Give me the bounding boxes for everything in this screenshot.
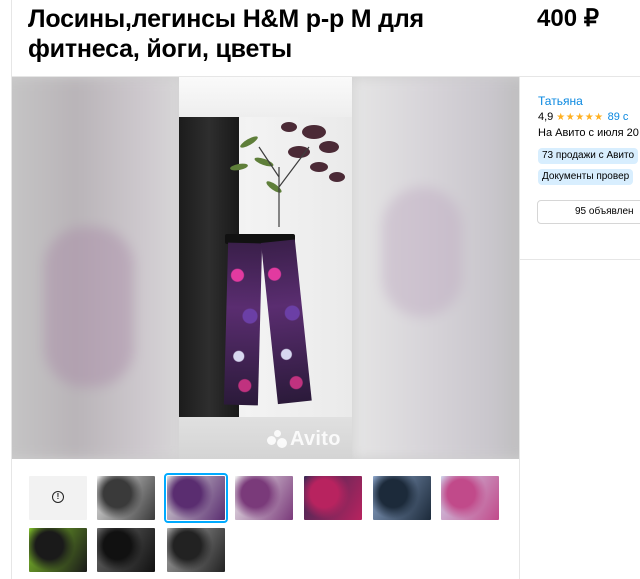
thumbnail[interactable] <box>29 528 87 572</box>
thumbnail[interactable] <box>235 476 293 520</box>
reviews-link[interactable]: 89 с <box>608 111 629 123</box>
photo-blur-right <box>352 77 519 459</box>
thumbnail[interactable] <box>97 528 155 572</box>
seller-rating: 4,9 ★★★★★ 89 с <box>538 111 628 123</box>
documents-badge: Документы провер <box>538 169 634 185</box>
plant-illustration <box>230 122 345 227</box>
avito-logo-icon <box>267 430 289 448</box>
thumbnail-video[interactable]: ! <box>29 476 87 520</box>
rating-value: 4,9 <box>538 111 554 123</box>
main-photo[interactable]: Avito <box>12 77 519 459</box>
thumbnail[interactable] <box>441 476 499 520</box>
thumbnail[interactable] <box>97 476 155 520</box>
leggings-photo <box>179 77 352 459</box>
photo-blur-left <box>12 77 184 459</box>
seller-name[interactable]: Татьяна <box>538 94 583 108</box>
sales-badge: 73 продажи с Авито <box>538 148 639 164</box>
listing-price: 400 ₽ <box>537 5 599 32</box>
thumbnail[interactable] <box>167 528 225 572</box>
legging-right <box>261 239 312 405</box>
thumbnail[interactable] <box>164 473 228 523</box>
legging-left <box>223 242 263 406</box>
listing-title: Лосины,легинсы H&M р-р M для фитнеса, йо… <box>28 5 424 63</box>
warning-circle-icon: ! <box>52 491 64 503</box>
column-divider <box>519 76 520 579</box>
card-divider <box>520 259 640 260</box>
watermark: Avito <box>290 428 341 450</box>
star-icon: ★★★★★ <box>556 112 604 123</box>
all-ads-button[interactable]: 95 объявлен <box>537 200 640 224</box>
thumbnail[interactable] <box>373 476 431 520</box>
thumbnail[interactable] <box>304 476 362 520</box>
seller-since: На Авито с июля 20 <box>538 127 639 139</box>
